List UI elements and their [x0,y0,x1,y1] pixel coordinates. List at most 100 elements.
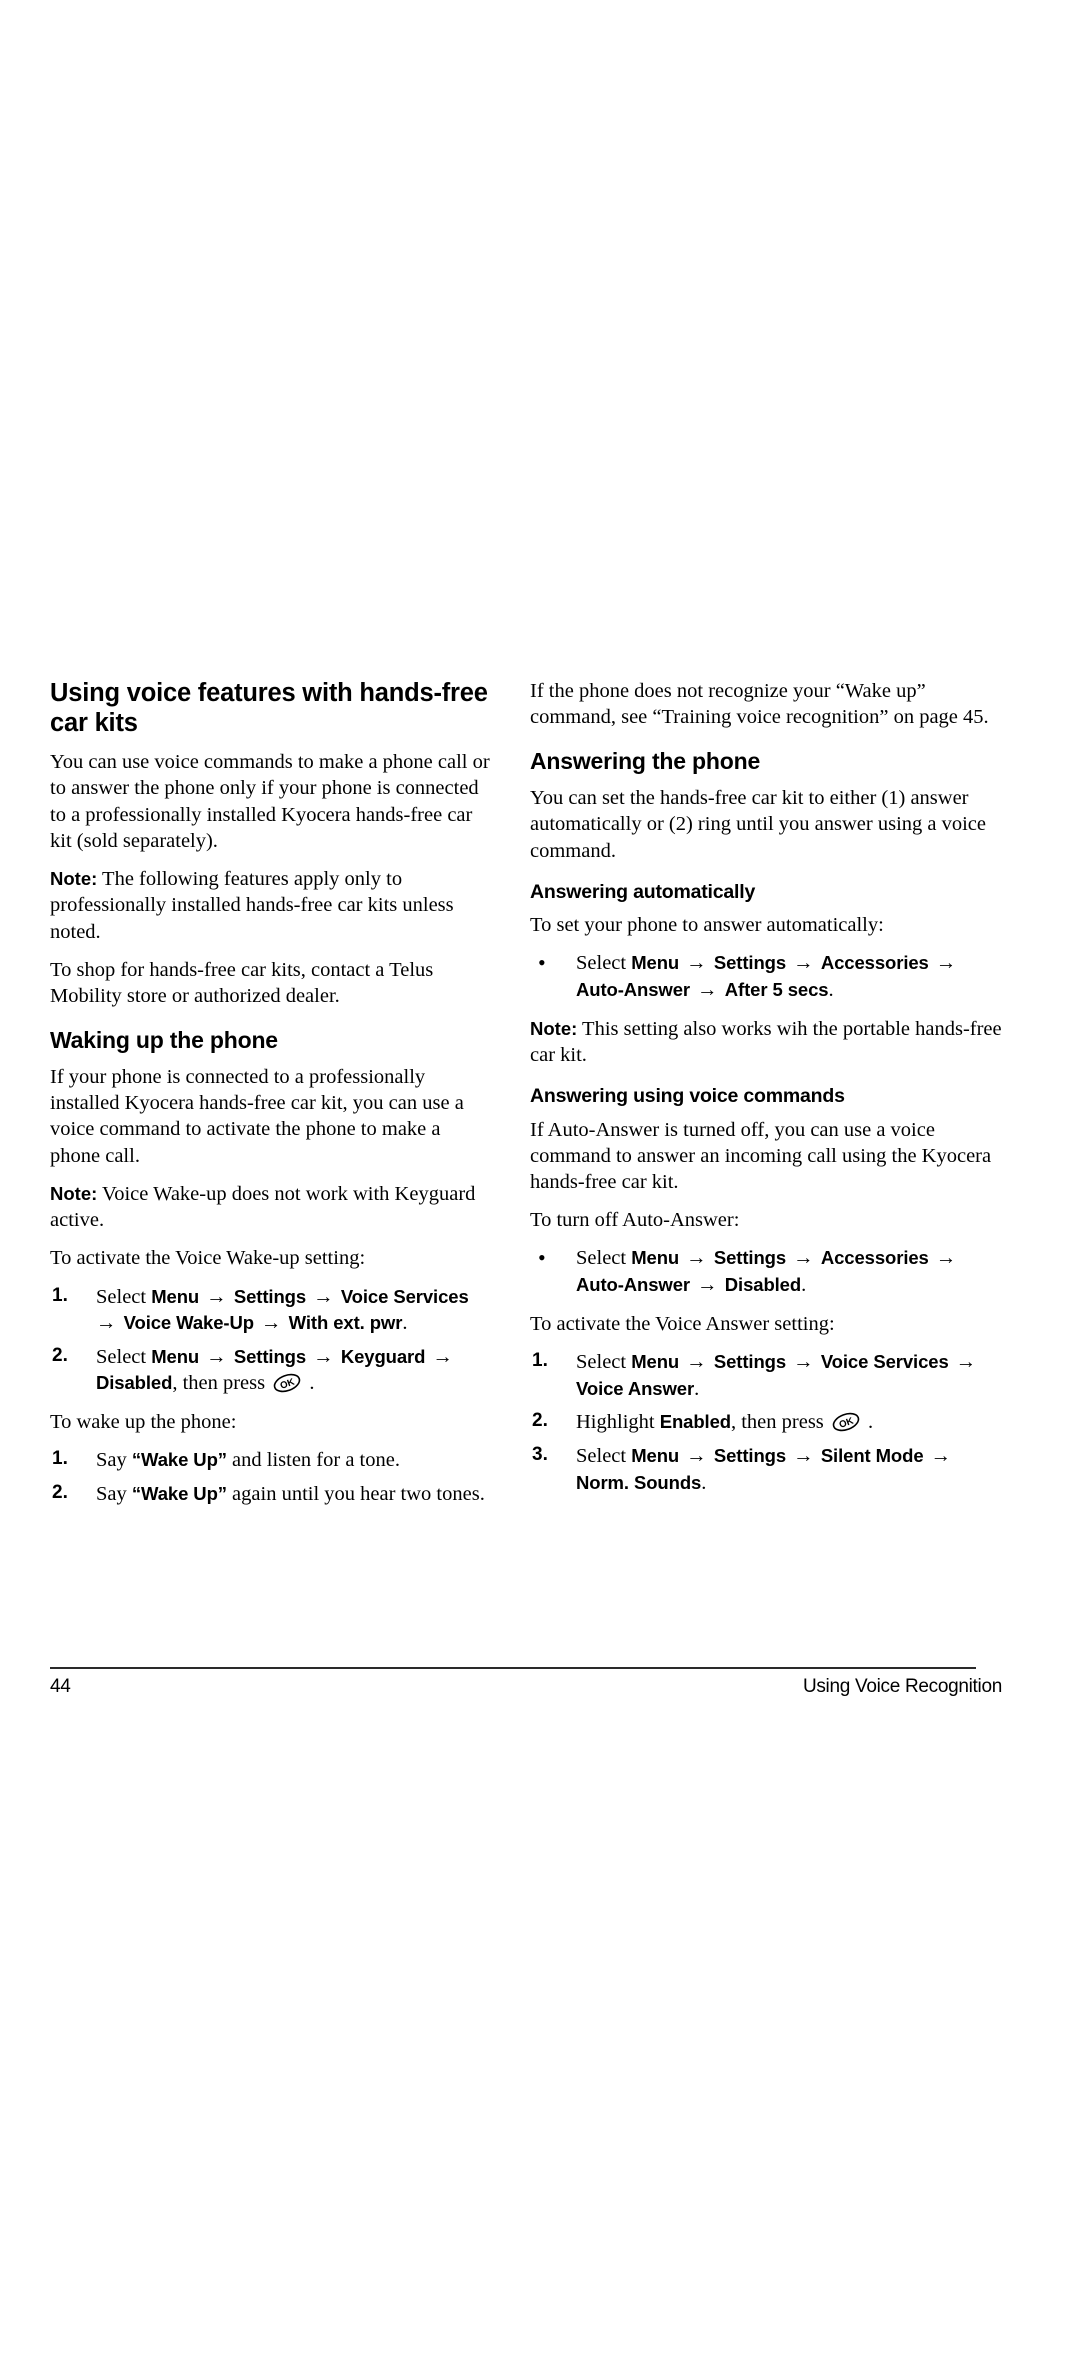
menu-path-segment: Settings [713,1444,787,1466]
menu-path-segment: Settings [233,1345,307,1367]
waking-up-heading: Waking up the phone [50,1027,278,1054]
menu-path-segment: Menu [151,1345,200,1367]
arrow-icon: → [788,1350,819,1373]
step-number: 2. [52,1481,68,1503]
running-head: Using Voice Recognition [802,1676,1002,1697]
arrow-icon: → [788,1247,819,1270]
shop-paragraph: To shop for hands-free car kits, contact… [50,958,434,1008]
arrow-icon: → [681,1444,712,1467]
bullet-body: Select Menu → Settings → Accessories → A… [576,1247,958,1296]
bullet-icon: • [538,1245,546,1271]
step-number: 2. [532,1410,548,1432]
arrow-icon: → [788,1444,819,1467]
arrow-icon: → [255,1312,287,1335]
step-lead-verb: Select [96,1345,152,1368]
list-item: 3. Select Menu → Settings → Silent Mode →… [530,1443,1002,1496]
step-tail-text: and listen for a tone. [226,1449,400,1472]
bullet-body: Select Menu → Settings → Accessories → A… [576,952,958,1001]
list-item: 2. Select Menu → Settings → Keyguard → Di… [50,1344,494,1397]
arrow-icon: → [692,979,723,1002]
menu-path-segment: Accessories [820,952,929,974]
menu-path-segment: Menu [631,952,680,974]
menu-path-segment: After 5 secs [724,979,829,1001]
arrow-icon: → [681,952,712,975]
page-footer: 44 Using Voice Recognition [50,1676,1002,1698]
note-text-3: This setting also works wih the portable… [530,1017,1002,1066]
menu-path-segment: Voice Services [820,1350,949,1372]
list-item: 2. Say “Wake Up” again until you hear two… [50,1481,494,1508]
list-item: 1. Select Menu → Settings → Voice Service… [530,1349,1002,1402]
wake-phone-lead: To wake up the phone: [50,1411,237,1434]
menu-path-segment: Voice Services [340,1285,469,1307]
step-number: 2. [52,1344,68,1366]
answer-automatically-lead: To set your phone to answer automaticall… [530,914,884,937]
list-item: 1. Select Menu → Settings → Voice Service… [50,1284,494,1337]
arrow-icon: → [950,1350,977,1373]
turn-off-autoanswer-lead: To turn off Auto-Answer: [530,1209,740,1232]
svg-text:OK: OK [279,1377,296,1392]
list-item: • Select Menu → Settings → Accessories → … [530,950,1002,1003]
footer-divider [50,1667,976,1669]
voice-answer-lead: To activate the Voice Answer setting: [530,1312,835,1335]
note-text-2: Voice Wake-up does not work with Keyguar… [50,1182,476,1232]
recognize-paragraph: If the phone does not recognize your “Wa… [530,680,989,729]
arrow-icon: → [681,1247,712,1270]
note-paragraph-3: Note: This setting also works wih the po… [530,1016,1002,1068]
menu-path-segment: Voice Answer [576,1377,695,1399]
menu-path-segment: Keyguard [340,1345,426,1367]
arrow-icon: → [201,1345,232,1368]
menu-path-segment: Enabled [659,1411,731,1433]
step-tail-text: . [828,979,834,1002]
ok-key-icon: OK [831,1411,861,1433]
arrow-icon: → [925,1444,952,1467]
step-number: 1. [52,1284,68,1306]
answering-voice-commands-heading: Answering using voice commands [530,1085,845,1108]
menu-path-segment: Menu [631,1444,680,1466]
arrow-icon: → [930,1247,957,1270]
voice-answer-steps: 1. Select Menu → Settings → Voice Service… [530,1349,1002,1496]
menu-path-segment: Auto-Answer [576,979,691,1001]
list-item: • Select Menu → Settings → Accessories → … [530,1245,1002,1298]
voice-command-phrase: “Wake Up” [131,1482,227,1504]
arrow-icon: → [692,1274,723,1297]
step-body: Select Menu → Settings → Keyguard → Disa… [96,1346,455,1395]
menu-path-segment: Disabled [724,1274,802,1296]
answering-phone-heading: Answering the phone [530,748,761,775]
note-label-2: Note: [50,1182,98,1204]
step-body: Select Menu → Settings → Voice Services … [576,1351,978,1400]
menu-path-segment: Silent Mode [820,1444,924,1466]
step-number: 3. [532,1443,548,1465]
section-title: Using voice features with hands-free car… [50,679,488,738]
arrow-icon: → [201,1285,232,1308]
menu-path-segment: Settings [713,1350,787,1372]
arrow-icon: → [427,1345,453,1368]
arrow-icon: → [681,1350,712,1373]
menu-path-segment: Settings [713,952,787,974]
waking-up-intro: If your phone is connected to a professi… [50,1065,464,1167]
arrow-icon: → [788,952,819,975]
menu-path-segment: Menu [151,1285,200,1307]
step-tail-text: . [801,1274,807,1297]
step-lead-verb: Select [576,952,632,975]
note-label-3: Note: [530,1017,578,1039]
step-body: Highlight Enabled, then press OK . [576,1411,873,1433]
list-item: 2. Highlight Enabled, then press OK . [530,1409,1002,1436]
step-number: 1. [532,1349,548,1371]
left-column: Using voice features with hands-free car… [50,678,494,1520]
step-end-punctuation: . [862,1411,874,1434]
ok-key-icon: OK [272,1372,302,1394]
turn-off-autoanswer-bullets: • Select Menu → Settings → Accessories → … [530,1245,1002,1298]
step-tail-text: again until you hear two tones. [226,1482,485,1505]
note-text-1: The following features apply only to pro… [50,868,454,943]
manual-page: Using voice features with hands-free car… [0,0,1080,2376]
menu-path-segment: Auto-Answer [576,1274,691,1296]
right-column: If the phone does not recognize your “Wa… [530,678,1002,1508]
menu-path-segment: Voice Wake-Up [123,1312,254,1334]
step-body: Say “Wake Up” and listen for a tone. [96,1449,400,1471]
menu-path-segment: With ext. pwr [288,1312,403,1334]
page-content: Using voice features with hands-free car… [50,678,1002,1520]
step-tail-text: . [402,1312,408,1335]
voice-command-phrase: “Wake Up” [131,1449,227,1471]
step-end-punctuation: . [304,1372,315,1395]
step-body: Select Menu → Settings → Voice Services … [96,1286,471,1335]
